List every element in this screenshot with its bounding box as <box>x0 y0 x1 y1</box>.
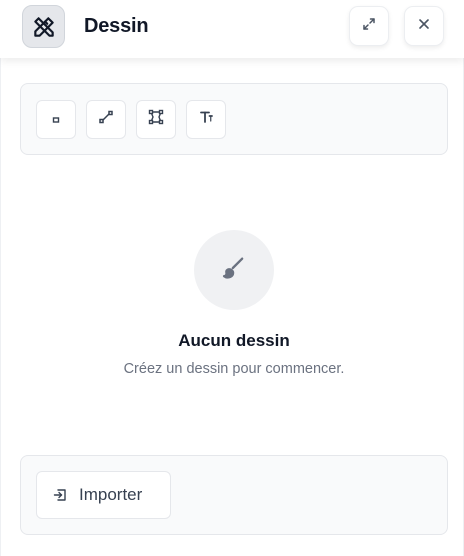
polygon-tool-button[interactable] <box>136 100 176 139</box>
line-tool-icon <box>98 109 114 130</box>
rectangle-tool-icon <box>52 111 60 129</box>
drawing-toolbar <box>20 83 448 155</box>
text-tool-button[interactable] <box>186 100 226 139</box>
polygon-tool-icon <box>147 108 165 131</box>
import-icon <box>53 488 67 502</box>
dialog-footer: Importer <box>20 455 448 535</box>
import-button-label: Importer <box>79 485 143 504</box>
text-tool-icon <box>198 109 214 130</box>
empty-state-illustration <box>194 230 274 310</box>
page-title: Dessin <box>84 15 149 37</box>
window-header: Dessin <box>0 0 464 58</box>
drafting-compass-icon <box>22 5 65 48</box>
expand-button[interactable] <box>349 6 389 46</box>
line-tool-button[interactable] <box>86 100 126 139</box>
close-icon <box>418 17 430 35</box>
expand-icon <box>362 17 376 36</box>
rectangle-tool-button[interactable] <box>36 100 76 139</box>
import-button[interactable]: Importer <box>36 471 171 519</box>
empty-state-subtitle: Créez un dessin pour commencer. <box>123 361 345 377</box>
brush-icon <box>220 254 248 287</box>
close-button[interactable] <box>404 6 444 46</box>
empty-state-title: Aucun dessin <box>178 331 290 350</box>
